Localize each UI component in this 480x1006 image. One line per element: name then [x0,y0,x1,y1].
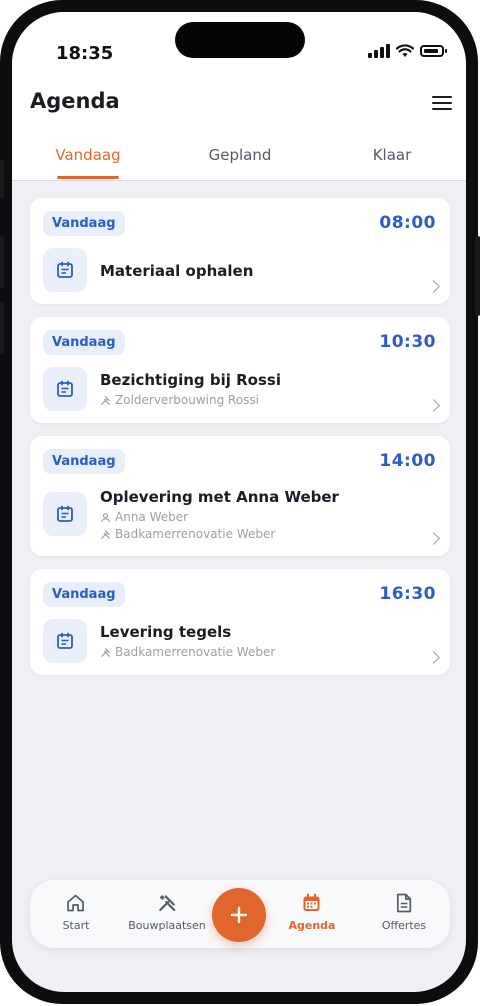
nav-label: Offertes [381,919,427,932]
calendar-icon [43,492,87,536]
calendar-icon [43,367,87,411]
status-time: 18:35 [56,43,114,64]
appointment-time: 10:30 [379,332,436,352]
nav-offertes[interactable]: Offertes [382,892,426,932]
add-button[interactable] [212,888,266,942]
appointment-time: 08:00 [379,213,436,233]
nav-bouwplaatsen[interactable]: Bouwplaatsen [128,892,206,932]
project-meta: Badkamerrenovatie Weber [100,645,275,659]
person-icon [101,512,110,522]
chevron-right-icon [427,280,440,293]
signal-icon [368,44,390,58]
tools-icon [101,647,110,657]
project-name: Zolderverbouwing Rossi [115,393,259,407]
appointment-title: Levering tegels [100,623,232,641]
status-icons [368,44,447,58]
appointment-card[interactable]: Vandaag 16:30 Levering tegels Badkamerre… [30,569,450,675]
active-tab-indicator [57,176,119,179]
appointment-time: 14:00 [379,451,436,471]
document-icon [397,893,412,913]
chevron-right-icon [427,532,440,545]
app-header: 18:35 Agenda Vandaag Gepland Klaar [12,12,466,181]
phone-frame: 18:35 Agenda Vandaag Gepland Klaar Vanda… [0,0,480,1004]
nav-agenda[interactable]: Agenda [288,892,336,932]
appointment-card[interactable]: Vandaag 08:00 Materiaal ophalen [30,198,450,304]
date-badge: Vandaag [43,582,125,607]
project-meta: Zolderverbouwing Rossi [100,393,259,407]
chevron-right-icon [427,399,440,412]
power-button [475,236,480,316]
appointment-time: 16:30 [379,584,436,604]
side-button [0,160,4,198]
date-badge: Vandaag [43,449,125,474]
tab-vandaag[interactable]: Vandaag [55,146,120,164]
page-title: Agenda [30,89,120,113]
tab-bar: Vandaag Gepland Klaar [12,146,466,180]
chevron-right-icon [427,651,440,664]
project-name: Badkamerrenovatie Weber [115,645,276,659]
home-icon [67,894,85,912]
contact-meta: Anna Weber [100,510,188,524]
appointment-card[interactable]: Vandaag 14:00 Oplevering met Anna Weber … [30,436,450,556]
calendar-icon [43,619,87,663]
appointment-title: Oplevering met Anna Weber [100,488,339,506]
calendar-icon [303,893,320,911]
nav-label: Start [62,919,90,932]
menu-icon[interactable] [432,96,452,110]
appointment-card[interactable]: Vandaag 10:30 Bezichtiging bij Rossi Zol… [30,317,450,423]
volume-down-button [0,302,4,354]
volume-up-button [0,236,4,288]
tools-icon [101,529,110,539]
screen: 18:35 Agenda Vandaag Gepland Klaar Vanda… [12,12,466,992]
project-meta: Badkamerrenovatie Weber [100,527,275,541]
appointment-title: Bezichtiging bij Rossi [100,371,281,389]
tab-klaar[interactable]: Klaar [373,146,412,164]
appointment-title: Materiaal ophalen [100,262,254,280]
plus-icon [230,906,248,924]
nav-label: Agenda [288,919,336,932]
tab-gepland[interactable]: Gepland [209,146,272,164]
date-badge: Vandaag [43,211,125,236]
project-name: Badkamerrenovatie Weber [115,527,276,541]
wifi-icon [396,44,414,57]
contact-name: Anna Weber [115,510,189,524]
nav-start[interactable]: Start [62,892,90,932]
tools-icon [158,895,176,912]
dynamic-island [175,22,305,58]
nav-label: Bouwplaatsen [128,919,206,932]
calendar-icon [43,248,87,292]
tools-icon [101,395,110,405]
battery-icon [420,45,447,57]
date-badge: Vandaag [43,330,125,355]
